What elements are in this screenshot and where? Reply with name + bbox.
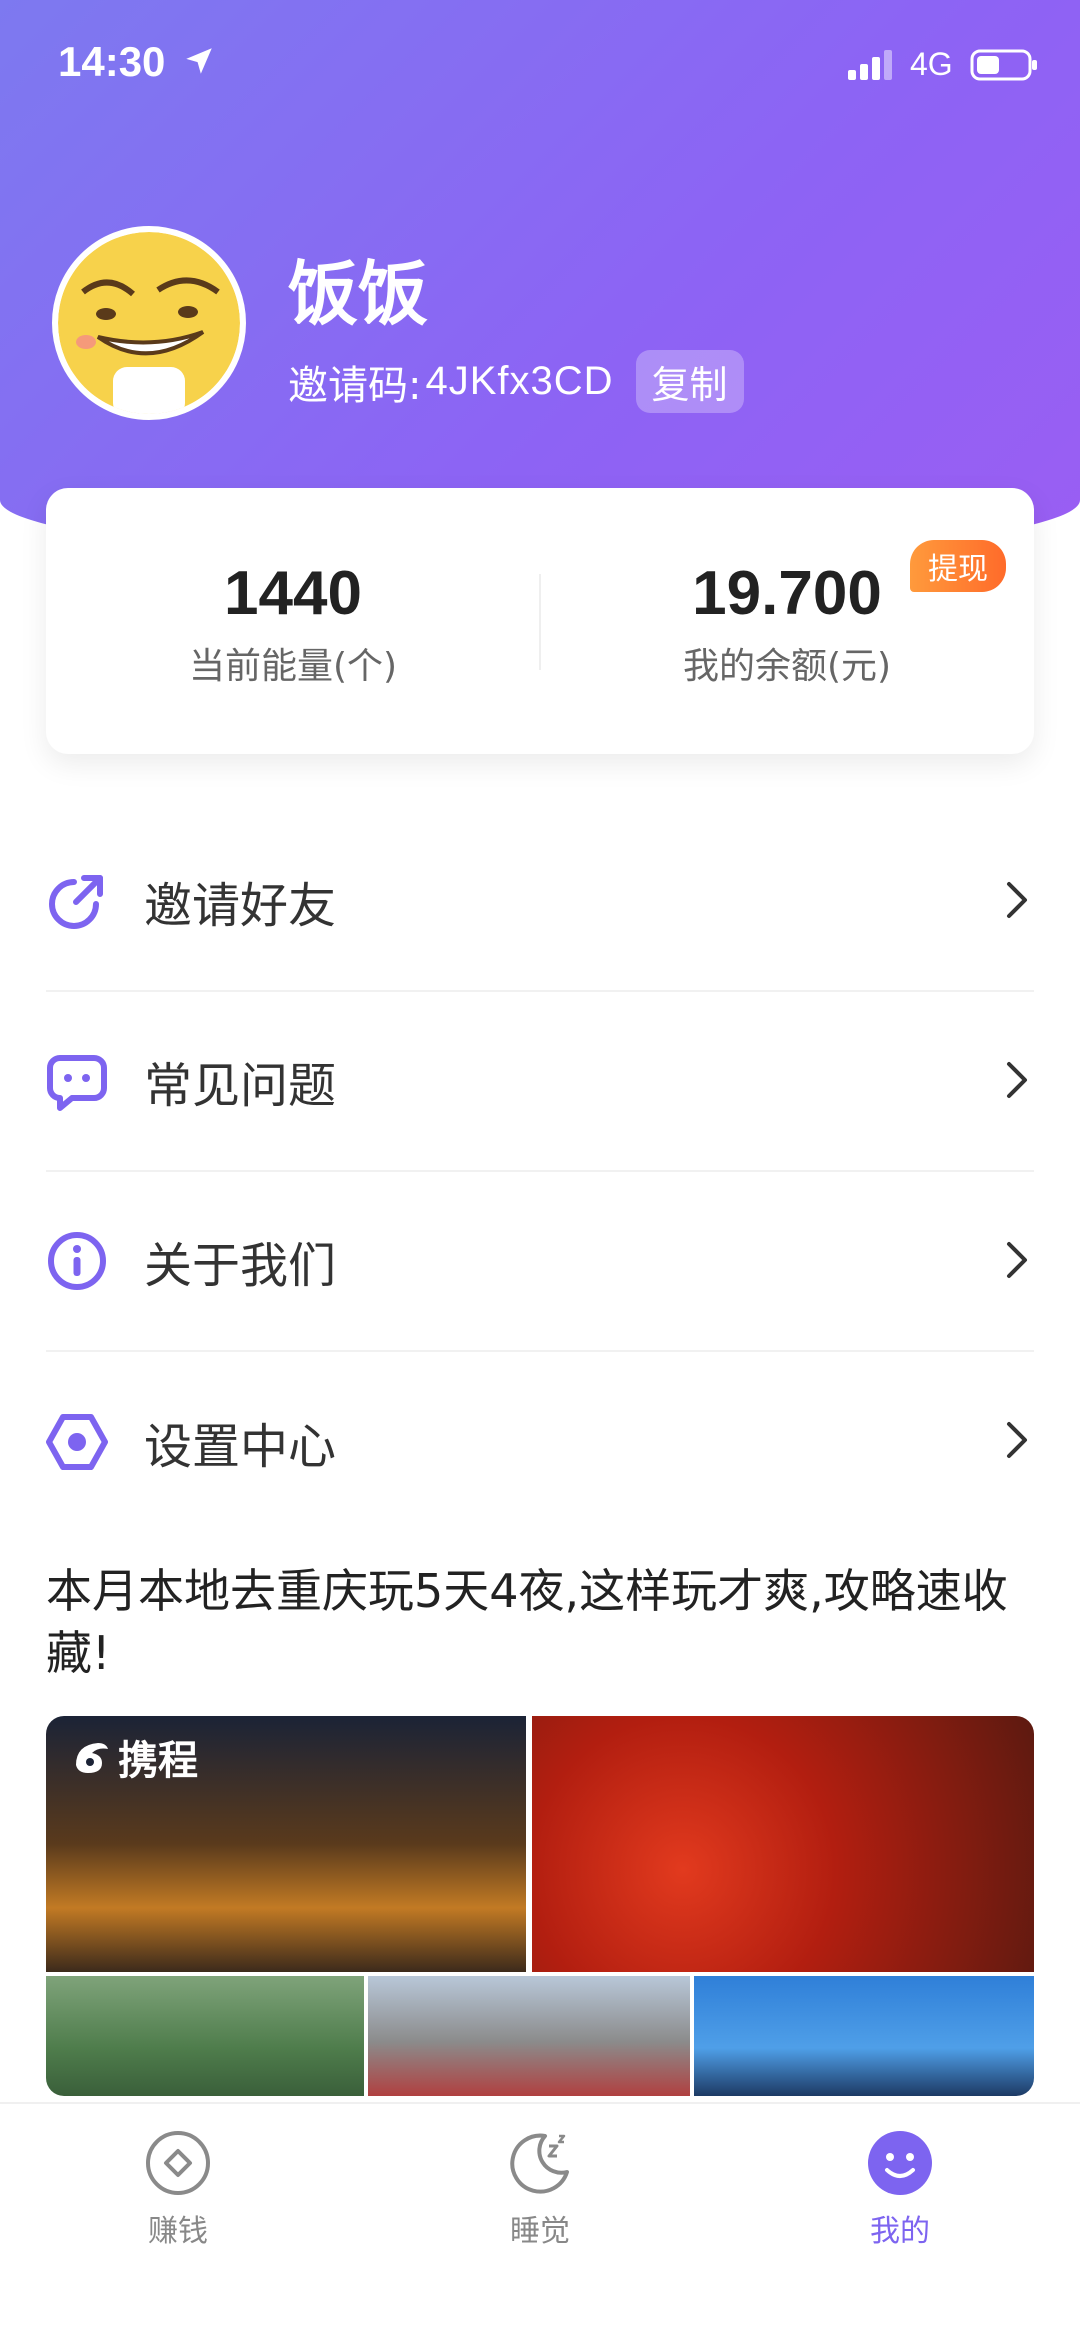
menu-list: 邀请好友 常见问题 关于我们 设置中心 bbox=[46, 812, 1034, 1532]
avatar-emoji-icon bbox=[58, 232, 240, 414]
brand-watermark: 携程 bbox=[68, 1728, 198, 1786]
menu-label-invite-friends: 邀请好友 bbox=[144, 878, 337, 934]
tab-label-mine: 我的 bbox=[870, 2214, 930, 2249]
menu-label-settings: 设置中心 bbox=[144, 1419, 337, 1475]
info-icon bbox=[48, 1232, 106, 1290]
withdraw-button[interactable]: 提现 bbox=[910, 540, 1006, 592]
tab-label-sleep: 睡觉 bbox=[510, 2214, 570, 2249]
tab-earn[interactable]: 赚钱 bbox=[78, 2128, 278, 2250]
battery-icon bbox=[970, 49, 1037, 81]
balance-label: 我的余额(元) bbox=[682, 646, 892, 687]
chevron-right-icon bbox=[1007, 1062, 1027, 1098]
menu-label-about-us: 关于我们 bbox=[144, 1238, 337, 1294]
tab-sleep[interactable]: 睡觉 bbox=[440, 2128, 640, 2250]
energy-label: 当前能量(个) bbox=[188, 646, 398, 687]
chat-bubble-icon bbox=[47, 1055, 107, 1111]
skyline-photo bbox=[694, 1976, 1034, 2096]
target-icon bbox=[146, 2131, 210, 2195]
hexagon-settings-icon bbox=[46, 1414, 108, 1470]
chevron-right-icon bbox=[1007, 1242, 1027, 1278]
article-image-collage[interactable]: 携程 bbox=[46, 1716, 1034, 2096]
invite-label: 邀请码: bbox=[288, 362, 422, 409]
location-arrow-icon bbox=[186, 48, 212, 74]
menu-item-faq[interactable]: 常见问题 bbox=[46, 992, 1034, 1172]
invite-code: 4JKfx3CD bbox=[425, 359, 614, 403]
stats-card: 1440 当前能量(个) 19.700 我的余额(元) 提现 bbox=[46, 488, 1034, 754]
avatar[interactable] bbox=[52, 226, 246, 420]
castle-photo bbox=[368, 1976, 690, 2096]
tab-label-earn: 赚钱 bbox=[148, 2214, 208, 2249]
tab-mine[interactable]: 我的 bbox=[800, 2128, 1000, 2250]
network-label: 4G bbox=[910, 46, 953, 82]
energy-value: 1440 bbox=[224, 559, 362, 628]
username: 饭饭 bbox=[288, 253, 428, 335]
hotpot-photo bbox=[532, 1716, 1034, 1972]
ctrip-dolphin-icon bbox=[76, 1743, 108, 1773]
moon-icon bbox=[510, 2133, 569, 2194]
bottom-tab-bar: 赚钱 睡觉 我的 bbox=[0, 2102, 1080, 2339]
menu-label-faq: 常见问题 bbox=[144, 1058, 337, 1114]
chevron-right-icon bbox=[1007, 882, 1027, 918]
chevron-right-icon bbox=[1007, 1422, 1027, 1458]
signal-icon bbox=[848, 50, 892, 80]
energy-stat[interactable]: 1440 当前能量(个) bbox=[46, 558, 540, 689]
smile-icon bbox=[868, 2131, 932, 2195]
valley-photo bbox=[46, 1976, 364, 2096]
article-title[interactable]: 本月本地去重庆玩5天4夜,这样玩才爽,攻略速收藏! bbox=[46, 1560, 1034, 1684]
brand-label: 携程 bbox=[118, 1738, 198, 1784]
status-time: 14:30 bbox=[58, 38, 166, 85]
status-bar: 14:30 4G bbox=[0, 0, 1080, 130]
share-arrow-icon bbox=[49, 875, 103, 929]
invite-row: 邀请码: 4JKfx3CD 复制 bbox=[288, 350, 744, 413]
copy-button[interactable]: 复制 bbox=[635, 350, 744, 413]
menu-item-invite-friends[interactable]: 邀请好友 bbox=[46, 812, 1034, 992]
menu-item-settings[interactable]: 设置中心 bbox=[46, 1352, 1034, 1532]
menu-item-about-us[interactable]: 关于我们 bbox=[46, 1172, 1034, 1352]
chongqing-night-photo: 携程 bbox=[46, 1716, 526, 1972]
